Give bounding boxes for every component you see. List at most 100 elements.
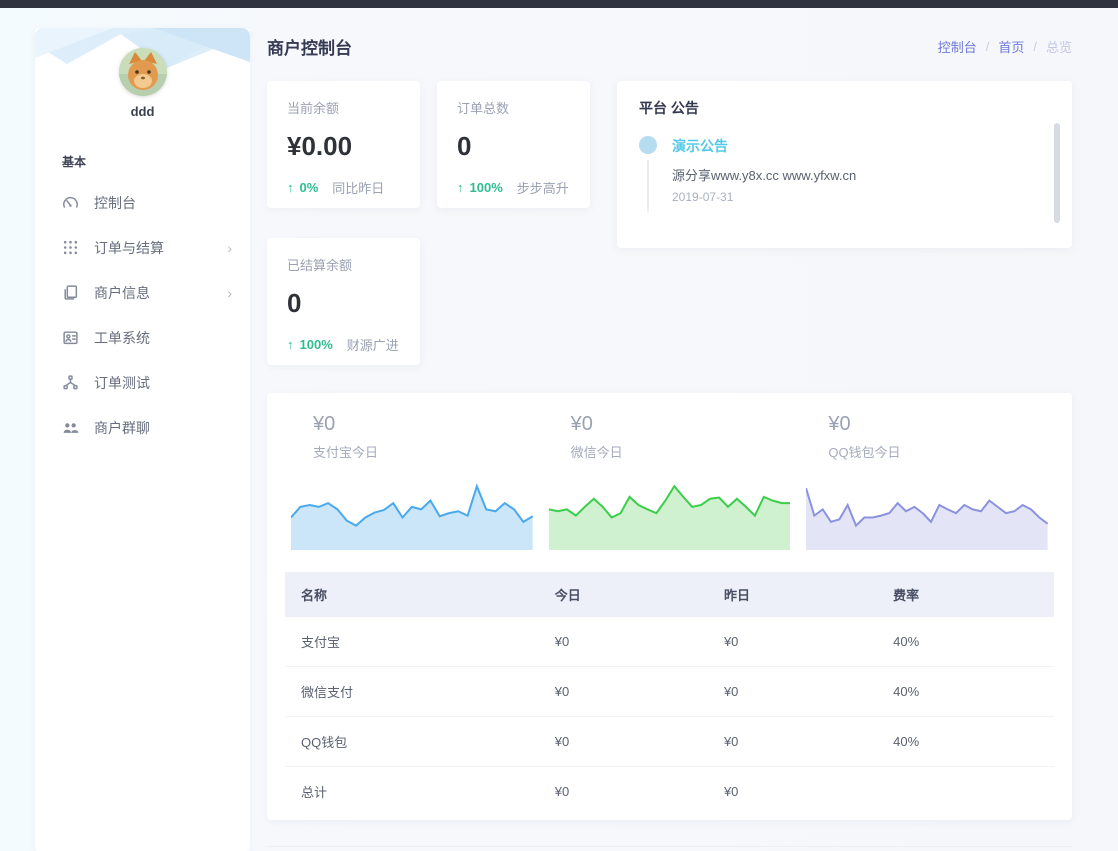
column-header-today: 今日: [539, 572, 708, 617]
cell-name: 微信支付: [285, 667, 539, 717]
cell-yesterday: ¥0: [708, 617, 877, 667]
cell-today: ¥0: [539, 667, 708, 717]
cell-name: 总计: [285, 767, 539, 817]
chevron-right-icon: ›: [227, 240, 232, 256]
documents-icon: [62, 284, 79, 301]
alipay-today-amount: ¥0: [291, 413, 533, 436]
stat-card-current-balance: 当前余额 ¥0.00 ↑ 0% 同比昨日: [267, 81, 420, 208]
chevron-right-icon: ›: [227, 285, 232, 301]
sidebar-section-label: 基本: [35, 119, 250, 172]
wechat-today-amount: ¥0: [549, 413, 791, 436]
platform-notice-panel: 平台 公告 演示公告 源分享www.y8x.cc www.yfxw.cn 201…: [617, 81, 1072, 248]
cell-rate: [877, 767, 1054, 817]
sidebar-menu: 控制台 订单与结算 › 商户信息 › 工单系统: [35, 180, 250, 450]
cell-today: ¥0: [539, 767, 708, 817]
breadcrumb-separator: /: [1033, 39, 1037, 54]
qq-wallet-today-amount: ¥0: [806, 413, 1048, 436]
breadcrumb: 控制台 / 首页 / 总览: [938, 37, 1072, 56]
cat-avatar-graphic: [119, 48, 167, 96]
id-card-icon: [62, 329, 79, 346]
notice-item-title[interactable]: 演示公告: [672, 136, 856, 156]
users-icon: [62, 419, 79, 436]
gauge-icon: [62, 194, 79, 211]
payments-overview-panel: ¥0 支付宝今日 ¥0 微信今日 ¥0 QQ钱包今日: [267, 393, 1072, 820]
table-row-alipay: 支付宝 ¥0 ¥0 40%: [285, 617, 1054, 667]
arrow-up-icon: ↑: [287, 337, 294, 352]
alipay-chart-column: ¥0 支付宝今日: [291, 413, 533, 550]
stat-change: 0%: [300, 180, 319, 195]
cell-name: QQ钱包: [285, 717, 539, 767]
cell-yesterday: ¥0: [708, 717, 877, 767]
alipay-today-label: 支付宝今日: [291, 442, 533, 461]
sidebar-item-label: 订单测试: [94, 373, 232, 393]
cell-yesterday: ¥0: [708, 667, 877, 717]
notice-panel-title: 平台 公告: [639, 98, 1050, 118]
notice-timeline: [647, 160, 649, 212]
column-header-name: 名称: [285, 572, 539, 617]
arrow-up-icon: ↑: [287, 180, 294, 195]
cell-rate: 40%: [877, 617, 1054, 667]
nodes-icon: [62, 374, 79, 391]
table-row-wechat: 微信支付 ¥0 ¥0 40%: [285, 667, 1054, 717]
cell-today: ¥0: [539, 717, 708, 767]
sidebar-item-order-test[interactable]: 订单测试: [35, 360, 250, 405]
stat-note: 同比昨日: [332, 178, 384, 197]
stat-label: 订单总数: [457, 98, 570, 117]
sidebar-item-label: 订单与结算: [94, 238, 227, 258]
stat-label: 当前余额: [287, 98, 400, 117]
cell-rate: 40%: [877, 667, 1054, 717]
user-avatar[interactable]: [119, 48, 167, 96]
sidebar-item-merchant-chat[interactable]: 商户群聊: [35, 405, 250, 450]
sidebar-item-label: 工单系统: [94, 328, 232, 348]
notice-item: 演示公告 源分享www.y8x.cc www.yfxw.cn 2019-07-3…: [639, 136, 1050, 204]
cell-today: ¥0: [539, 617, 708, 667]
qq-wallet-chart-column: ¥0 QQ钱包今日: [806, 413, 1048, 550]
sidebar-item-merchant-info[interactable]: 商户信息 ›: [35, 270, 250, 315]
cell-yesterday: ¥0: [708, 767, 877, 817]
stat-value: ¥0.00: [287, 131, 400, 162]
cell-rate: 40%: [877, 717, 1054, 767]
sidebar-item-label: 商户信息: [94, 283, 227, 303]
breadcrumb-current: 总览: [1046, 37, 1072, 56]
stat-note: 财源广进: [347, 335, 399, 354]
sidebar-item-orders-settlement[interactable]: 订单与结算 ›: [35, 225, 250, 270]
notice-item-content: 源分享www.y8x.cc www.yfxw.cn: [672, 165, 856, 184]
grid-icon: [62, 239, 79, 256]
breadcrumb-separator: /: [986, 39, 990, 54]
top-accent-bar: [0, 0, 1118, 8]
stat-value: 0: [457, 131, 570, 162]
stat-card-settled-balance: 已结算余额 0 ↑ 100% 财源广进: [267, 238, 420, 365]
table-row-total: 总计 ¥0 ¥0: [285, 767, 1054, 817]
table-row-qq-wallet: QQ钱包 ¥0 ¥0 40%: [285, 717, 1054, 767]
notice-scrollbar[interactable]: [1054, 123, 1060, 223]
stat-value: 0: [287, 288, 400, 319]
qq-wallet-sparkline-chart: [806, 475, 1048, 550]
column-header-rate: 费率: [877, 572, 1054, 617]
breadcrumb-dashboard-link[interactable]: 控制台: [938, 37, 977, 56]
notice-item-date: 2019-07-31: [672, 190, 856, 204]
table-header-row: 名称 今日 昨日 费率: [285, 572, 1054, 617]
page-title: 商户控制台: [267, 34, 352, 59]
stat-card-total-orders: 订单总数 0 ↑ 100% 步步高升: [437, 81, 590, 208]
stat-change: 100%: [470, 180, 503, 195]
stat-change: 100%: [300, 337, 333, 352]
sidebar-item-label: 控制台: [94, 193, 232, 213]
sidebar-item-label: 商户群聊: [94, 418, 232, 438]
main-content: 商户控制台 控制台 / 首页 / 总览 当前余额 ¥0.00 ↑ 0% 同比昨日: [267, 28, 1072, 851]
wechat-chart-column: ¥0 微信今日: [549, 413, 791, 550]
payment-rates-table: 名称 今日 昨日 费率 支付宝 ¥0 ¥0 40% 微信支付: [285, 572, 1054, 816]
breadcrumb-home-link[interactable]: 首页: [998, 37, 1024, 56]
sidebar: ddd 基本 控制台 订单与结算 › 商户信息 ›: [35, 28, 250, 851]
username: ddd: [35, 104, 250, 119]
wechat-today-label: 微信今日: [549, 442, 791, 461]
wechat-sparkline-chart: [549, 475, 791, 550]
column-header-yesterday: 昨日: [708, 572, 877, 617]
page-footer: ©2021 源分享版权所有. ICP备88888888号: [267, 846, 1072, 851]
qq-wallet-today-label: QQ钱包今日: [806, 442, 1048, 461]
sidebar-item-dashboard[interactable]: 控制台: [35, 180, 250, 225]
arrow-up-icon: ↑: [457, 180, 464, 195]
sidebar-item-ticket-system[interactable]: 工单系统: [35, 315, 250, 360]
stat-note: 步步高升: [517, 178, 569, 197]
notice-dot-icon: [639, 136, 657, 154]
stat-label: 已结算余额: [287, 255, 400, 274]
